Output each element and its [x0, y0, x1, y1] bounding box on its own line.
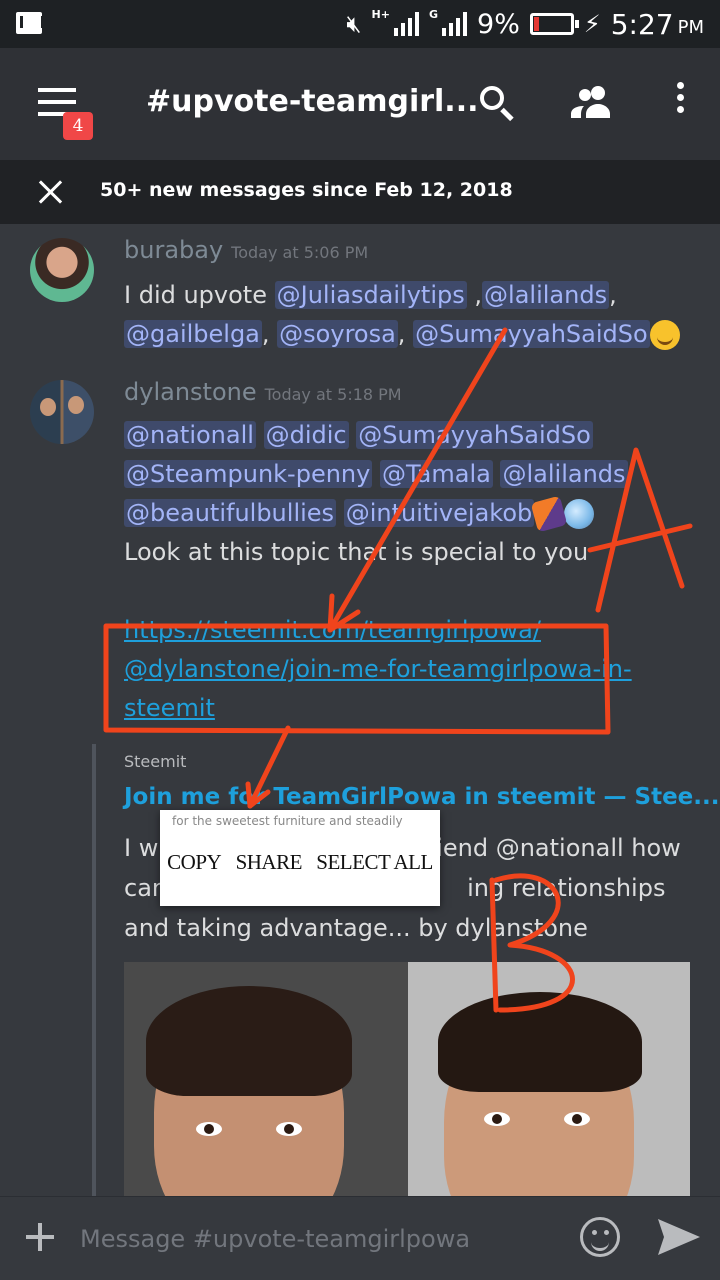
user-mention[interactable]: @Juliasdailytips	[274, 281, 467, 309]
smiling-face-emoji	[649, 320, 680, 350]
more-options-icon[interactable]	[656, 78, 704, 126]
embed-title-link[interactable]: Join me for TeamGirlPowa in steemit — St…	[124, 784, 719, 810]
add-attachment-icon[interactable]	[26, 1223, 54, 1251]
network-type-1: H+	[371, 8, 390, 21]
avatar[interactable]	[30, 238, 94, 302]
message-body: I did upvote @Juliasdailytips ,@laliland…	[124, 276, 694, 354]
eye	[484, 1112, 510, 1126]
user-mention[interactable]: @lalilands	[500, 460, 628, 488]
new-messages-text: 50+ new messages since Feb 12, 2018	[100, 179, 513, 201]
avatar[interactable]	[30, 380, 94, 444]
user-mention[interactable]: @SumayyahSaidSo	[356, 421, 593, 449]
user-mention[interactable]: @intuitivejakob	[343, 499, 535, 527]
search-icon[interactable]	[472, 78, 520, 126]
message-text: Look at this topic that is special to yo…	[124, 538, 589, 566]
network-type-2: G	[428, 8, 439, 21]
user-mention[interactable]: @didic	[263, 421, 349, 449]
app-toolbar: 4 #upvote-teamgirl...	[0, 48, 720, 160]
user-mention[interactable]: @gailbelga	[124, 320, 262, 348]
embed-provider: Steemit	[124, 752, 187, 771]
select-all-button[interactable]: SELECT ALL	[316, 850, 433, 875]
user-mention[interactable]: @soyrosa	[277, 320, 398, 348]
channel-title: #upvote-teamgirl...	[146, 84, 479, 119]
hair-left	[146, 986, 352, 1096]
user-mention[interactable]: @Steampunk-penny	[124, 460, 373, 488]
share-button[interactable]: SHARE	[236, 850, 303, 875]
message-item[interactable]: dylanstone Today at 5:18 PM @nationall @d…	[0, 372, 720, 732]
eye	[196, 1122, 222, 1136]
message-timestamp: Today at 5:06 PM	[231, 243, 369, 262]
copy-button[interactable]: COPY	[167, 850, 222, 875]
battery-icon	[529, 13, 579, 35]
eye	[564, 1112, 590, 1126]
charging-bolt-icon: ⚡︎	[583, 10, 601, 38]
hair-right	[438, 992, 642, 1092]
user-mention[interactable]: @Tamala	[379, 460, 493, 488]
user-mention[interactable]: @nationall	[124, 421, 256, 449]
user-mention[interactable]: @lalilands	[482, 281, 610, 309]
close-icon[interactable]	[38, 179, 64, 205]
send-icon[interactable]	[656, 1217, 702, 1257]
volume-muted-icon: 🔇︎	[346, 10, 362, 38]
user-mention[interactable]: @beautifulbullies	[124, 499, 337, 527]
embed-image[interactable]	[124, 962, 690, 1204]
user-mention[interactable]: @SumayyahSaidSo	[413, 320, 650, 348]
gmail-icon	[16, 12, 44, 34]
new-messages-bar[interactable]: 50+ new messages since Feb 12, 2018	[0, 160, 720, 224]
message-composer	[0, 1196, 720, 1280]
emoji-picker-icon[interactable]	[580, 1217, 620, 1257]
status-bar-right: 🔇︎ H+ G 9% ⚡︎ 5:27 PM	[346, 6, 704, 42]
message-item[interactable]: burabay Today at 5:06 PM I did upvote @Ju…	[0, 232, 720, 352]
clock-ampm: PM	[677, 17, 704, 38]
clock-time: 5:27	[610, 7, 674, 41]
notification-badge: 4	[63, 112, 93, 140]
eye	[276, 1122, 302, 1136]
battery-percent: 9%	[477, 8, 520, 40]
message-input[interactable]	[80, 1221, 550, 1257]
crystal-ball-emoji	[564, 499, 595, 529]
signal-icon	[393, 12, 419, 36]
message-author[interactable]: burabay Today at 5:06 PM	[124, 236, 368, 264]
text-selection-menu: for the sweetest furniture and steadily …	[160, 810, 440, 906]
clipped-text: for the sweetest furniture and steadily	[172, 814, 403, 828]
message-link[interactable]: https://steemit.com/teamgirlpowa/@dylans…	[124, 616, 632, 722]
message-author[interactable]: dylanstone Today at 5:18 PM	[124, 378, 402, 406]
hearts-emoji	[530, 495, 568, 533]
message-timestamp: Today at 5:18 PM	[264, 385, 402, 404]
members-icon[interactable]	[568, 78, 616, 126]
status-bar: 🔇︎ H+ G 9% ⚡︎ 5:27 PM	[0, 0, 720, 48]
message-body: @nationall @didic @SumayyahSaidSo @Steam…	[124, 416, 694, 728]
signal-icon-2	[442, 12, 468, 36]
